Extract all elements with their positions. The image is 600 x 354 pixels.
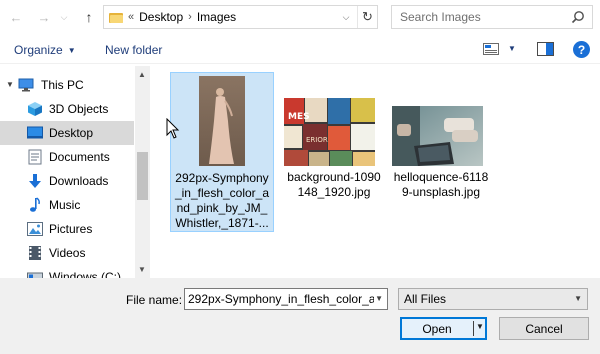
nav-item-videos[interactable]: Videos bbox=[0, 241, 134, 265]
up-arrow-icon[interactable]: ↑ bbox=[79, 8, 99, 26]
nav-item-label: Videos bbox=[49, 246, 86, 260]
address-field[interactable]: « Desktop › Images ⌵ ↻ bbox=[103, 5, 378, 29]
nav-item-label: This PC bbox=[41, 78, 84, 92]
cube-3d-icon bbox=[27, 101, 43, 117]
painting-woman-thumbnail bbox=[199, 76, 245, 166]
file-name-input[interactable] bbox=[188, 290, 374, 308]
scrollbar-thumb[interactable] bbox=[137, 152, 148, 200]
forward-arrow-icon[interactable]: → bbox=[34, 8, 54, 26]
file-tile-background[interactable]: MES ERIOR background-1090148_1920.jpg bbox=[282, 72, 386, 232]
open-options-caret-icon[interactable]: ▼ bbox=[476, 322, 484, 331]
drive-icon bbox=[27, 269, 43, 278]
breadcrumb-desktop[interactable]: Desktop bbox=[139, 10, 183, 24]
pictures-icon bbox=[27, 221, 43, 237]
nav-item-label: Music bbox=[49, 198, 81, 212]
documents-icon bbox=[27, 149, 43, 165]
split-divider bbox=[473, 321, 474, 336]
nav-item-this-pc[interactable]: ▼ This PC bbox=[0, 73, 134, 97]
search-input[interactable] bbox=[400, 7, 575, 27]
nav-item-label: Pictures bbox=[49, 222, 93, 236]
nav-item-pictures[interactable]: Pictures bbox=[0, 217, 134, 241]
caret-down-icon: ▼ bbox=[67, 45, 76, 55]
pc-icon bbox=[18, 77, 34, 93]
nav-item-label: Desktop bbox=[49, 126, 94, 140]
videos-icon bbox=[27, 245, 43, 261]
search-box[interactable] bbox=[391, 5, 593, 29]
nav-item-label: Downloads bbox=[49, 174, 109, 188]
scroll-up-arrow-icon[interactable]: ▲ bbox=[138, 70, 146, 79]
file-type-select[interactable]: All Files ▼ bbox=[398, 288, 588, 310]
nav-item-music[interactable]: Music bbox=[0, 193, 134, 217]
laptop-desk-thumbnail bbox=[392, 106, 483, 166]
nav-item-3d-objects[interactable]: 3D Objects bbox=[0, 97, 134, 121]
file-tile-helloquence[interactable]: helloquence-61189-unsplash.jpg bbox=[389, 72, 493, 232]
file-name: helloquence-61189-unsplash.jpg bbox=[393, 170, 489, 199]
nav-item-label: Documents bbox=[49, 150, 110, 164]
svg-text:ERIOR: ERIOR bbox=[306, 136, 328, 144]
expand-chevron-icon[interactable]: ▼ bbox=[6, 80, 14, 89]
download-arrow-icon bbox=[27, 173, 43, 189]
nav-item-documents[interactable]: Documents bbox=[0, 145, 134, 169]
desktop-icon bbox=[27, 125, 43, 141]
help-icon[interactable]: ? bbox=[573, 41, 590, 58]
file-name: background-1090148_1920.jpg bbox=[287, 170, 381, 199]
open-button-label: Open bbox=[422, 321, 452, 336]
file-name: 292px-Symphony_in_flesh_color_and_pink_b… bbox=[174, 171, 270, 230]
nav-item-desktop[interactable]: Desktop bbox=[0, 121, 134, 145]
folder-icon bbox=[109, 12, 123, 23]
cancel-button[interactable]: Cancel bbox=[499, 317, 589, 340]
file-list-area: 292px-Symphony_in_flesh_color_and_pink_b… bbox=[150, 66, 600, 278]
nav-item-windows-c[interactable]: Windows (C:) bbox=[0, 265, 134, 278]
change-view-icon[interactable] bbox=[483, 43, 499, 55]
preview-pane-icon[interactable] bbox=[537, 42, 554, 56]
open-button[interactable]: Open ▼ bbox=[400, 317, 487, 340]
address-bar-row: ← → ⌵ ↑ « Desktop › Images ⌵ ↻ bbox=[0, 0, 600, 34]
file-type-dropdown-icon[interactable]: ▼ bbox=[574, 294, 582, 303]
nav-pane-scrollbar[interactable]: ▲ ▼ bbox=[135, 66, 150, 278]
dialog-bottom-panel: File name: ▼ All Files ▼ Open ▼ Cancel bbox=[0, 278, 600, 354]
music-note-icon bbox=[27, 197, 43, 213]
new-folder-button[interactable]: New folder bbox=[105, 43, 162, 57]
command-toolbar: Organize ▼ New folder ▼ ? bbox=[0, 34, 600, 64]
mouse-pointer-icon bbox=[166, 118, 180, 139]
file-name-combobox[interactable]: ▼ bbox=[184, 288, 388, 310]
view-options-caret-icon[interactable]: ▼ bbox=[508, 44, 516, 53]
magazine-rack-thumbnail: MES ERIOR bbox=[284, 98, 375, 166]
file-name-label: File name: bbox=[126, 293, 183, 307]
svg-text:MES: MES bbox=[288, 112, 310, 122]
nav-item-label: 3D Objects bbox=[49, 102, 109, 116]
file-type-value: All Files bbox=[404, 292, 447, 306]
navigation-pane: ▼ This PC 3D Objects Desktop Documents D… bbox=[0, 66, 150, 278]
search-icon[interactable] bbox=[571, 10, 585, 24]
file-name-dropdown-icon[interactable]: ▼ bbox=[375, 294, 383, 303]
address-dropdown-icon[interactable]: ⌵ bbox=[336, 6, 356, 28]
breadcrumb-separator-icon[interactable]: › bbox=[188, 11, 192, 23]
nav-item-downloads[interactable]: Downloads bbox=[0, 169, 134, 193]
overflow-chevron[interactable]: « bbox=[128, 11, 134, 23]
file-tile-symphony[interactable]: 292px-Symphony_in_flesh_color_and_pink_b… bbox=[170, 72, 274, 232]
organize-menu-button[interactable]: Organize ▼ bbox=[14, 43, 76, 57]
breadcrumb-images[interactable]: Images bbox=[197, 10, 236, 24]
nav-item-label: Windows (C:) bbox=[49, 270, 122, 278]
recent-locations-chevron-icon[interactable]: ⌵ bbox=[57, 8, 71, 26]
refresh-icon[interactable]: ↻ bbox=[357, 6, 377, 28]
scroll-down-arrow-icon[interactable]: ▼ bbox=[138, 265, 146, 274]
back-arrow-icon[interactable]: ← bbox=[6, 8, 26, 26]
organize-label: Organize bbox=[14, 43, 63, 57]
